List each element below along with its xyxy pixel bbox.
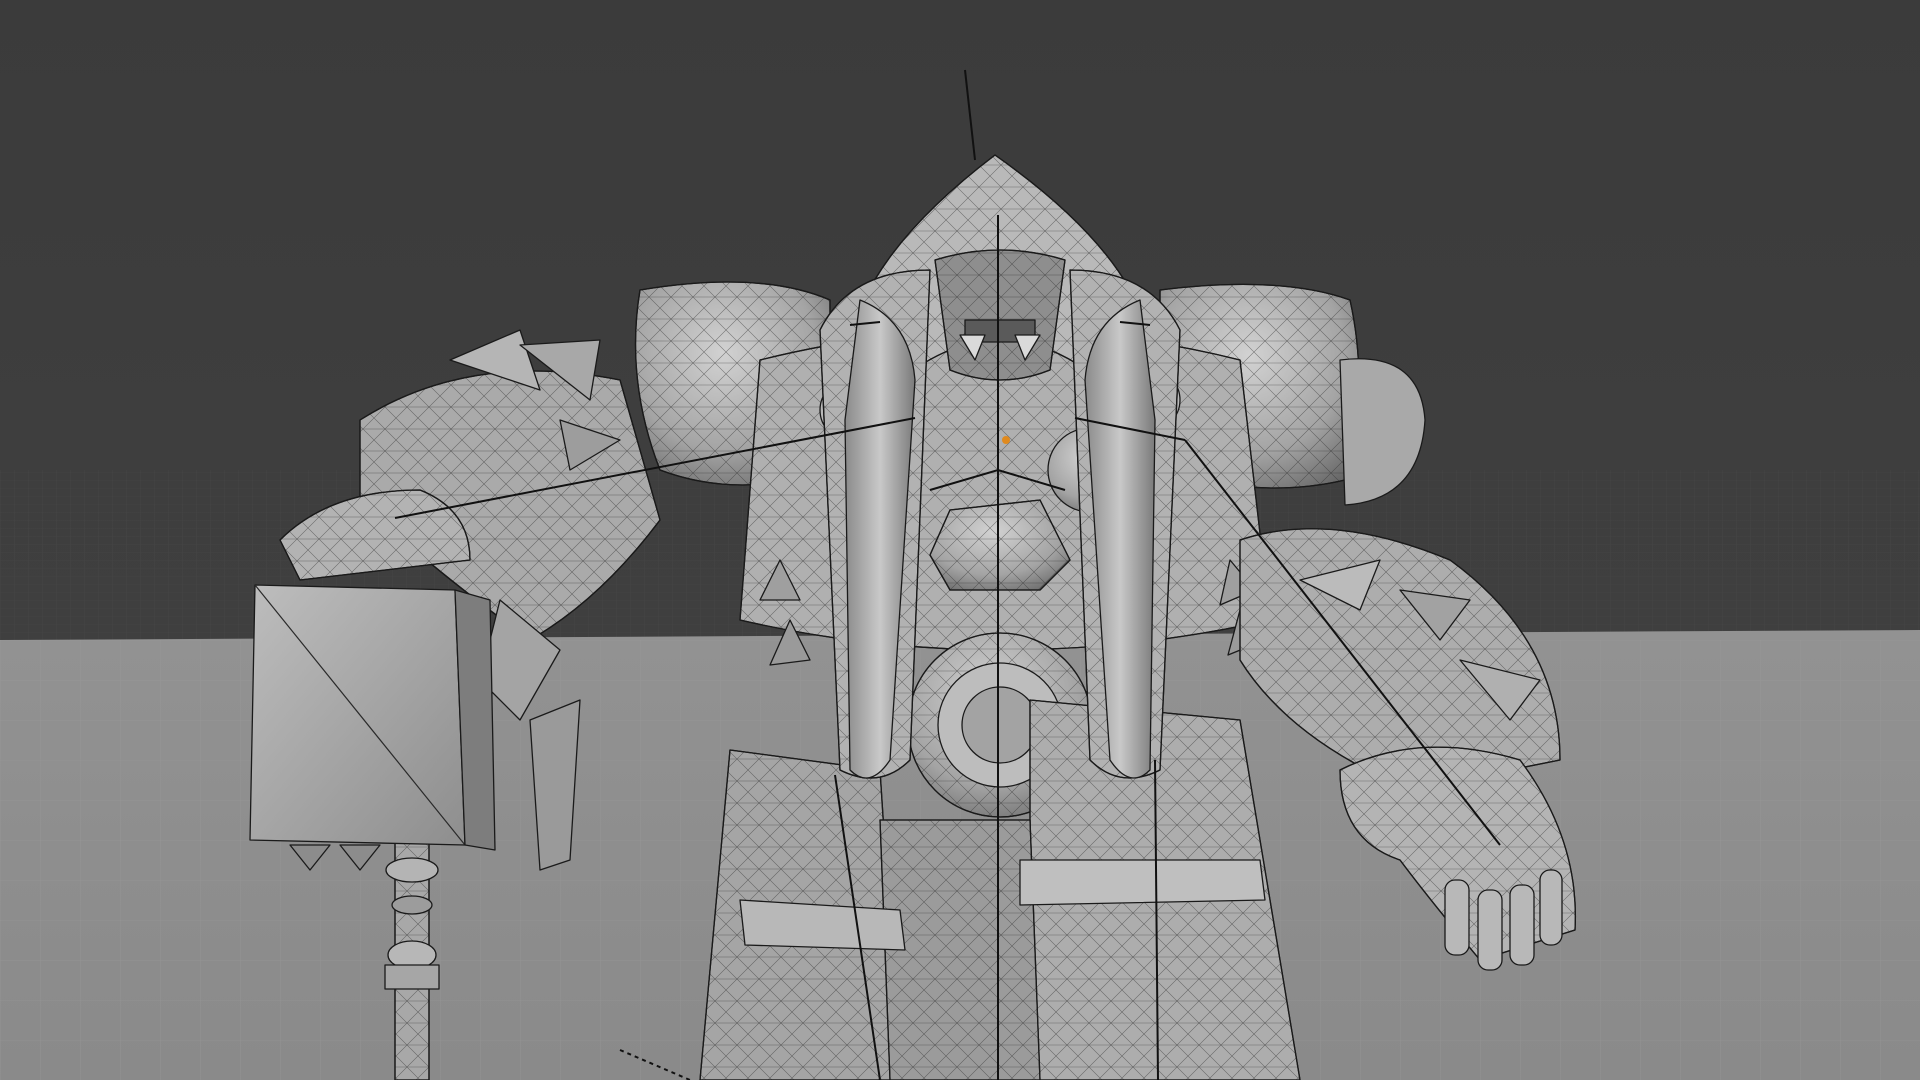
hammer-head[interactable] <box>249 584 496 871</box>
object-origin-dot[interactable] <box>1002 436 1010 444</box>
3d-viewport[interactable] <box>0 0 1920 1080</box>
